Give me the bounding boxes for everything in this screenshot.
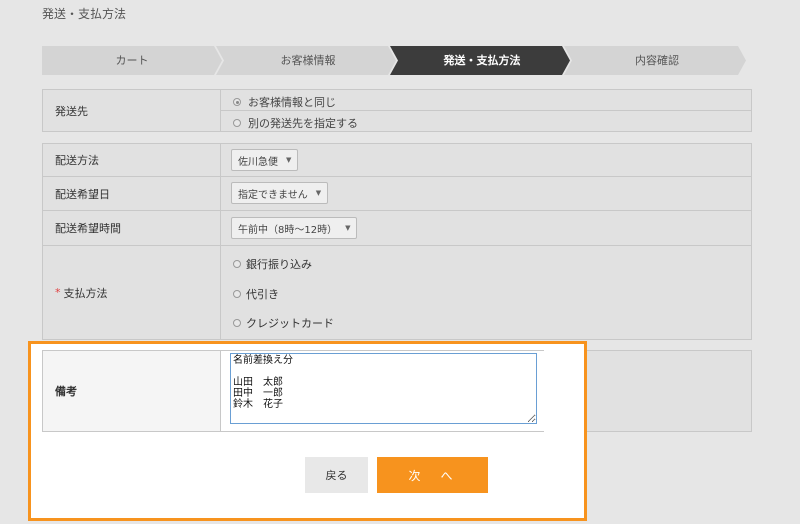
payment-cod-label: 代引き xyxy=(246,288,279,301)
required-mark: * xyxy=(55,286,61,299)
radio-same-as-customer[interactable]: お客様情報と同じ xyxy=(233,94,336,110)
delivery-payment-section: 配送方法 佐川急便 ▼ 配送希望日 指定できません ▼ 配送希望時間 午前中（8… xyxy=(42,143,752,340)
radio-unselected-icon xyxy=(233,260,241,268)
chevron-down-icon: ▼ xyxy=(315,189,322,197)
memo-textarea[interactable] xyxy=(230,353,537,424)
payment-card-label: クレジットカード xyxy=(246,317,334,330)
delivery-method-value: 佐川急便 xyxy=(238,156,278,168)
memo-label: 備考 xyxy=(43,351,221,431)
payment-method-label-text: 支払方法 xyxy=(63,286,108,300)
payment-credit-card[interactable]: クレジットカード xyxy=(233,315,334,331)
payment-method-label: * 支払方法 xyxy=(43,246,221,339)
back-button[interactable]: 戻る xyxy=(305,457,368,493)
next-button[interactable]: 次 へ xyxy=(377,457,488,493)
page-title: 発送・支払方法 xyxy=(42,7,127,21)
delivery-date-value: 指定できません xyxy=(238,189,308,201)
radio-same-label: お客様情報と同じ xyxy=(248,96,336,109)
delivery-method-select[interactable]: 佐川急便 ▼ xyxy=(231,149,299,171)
radio-other-label: 別の発送先を指定する xyxy=(248,117,358,130)
delivery-method-label: 配送方法 xyxy=(43,144,221,176)
payment-bank-label: 銀行振り込み xyxy=(246,258,312,271)
chevron-down-icon: ▼ xyxy=(345,224,351,232)
divider xyxy=(221,110,751,111)
delivery-time-value: 午前中（8時〜12時） xyxy=(238,224,338,236)
delivery-time-select[interactable]: 午前中（8時〜12時） ▼ xyxy=(231,217,358,239)
checkout-steps: カート お客様情報 発送・支払方法 内容確認 xyxy=(42,46,746,75)
radio-unselected-icon xyxy=(233,119,241,127)
chevron-down-icon: ▼ xyxy=(286,156,292,164)
radio-other-destination[interactable]: 別の発送先を指定する xyxy=(233,115,358,131)
step-cart: カート xyxy=(115,54,149,67)
radio-unselected-icon xyxy=(233,290,241,298)
step-shipping-payment: 発送・支払方法 xyxy=(443,54,521,67)
radio-unselected-icon xyxy=(233,319,241,327)
delivery-time-label: 配送希望時間 xyxy=(43,211,221,245)
shipping-destination-section: 発送先 お客様情報と同じ 別の発送先を指定する xyxy=(42,89,752,132)
delivery-date-label: 配送希望日 xyxy=(43,177,221,210)
shipping-destination-label: 発送先 xyxy=(43,90,221,131)
delivery-date-select[interactable]: 指定できません ▼ xyxy=(231,182,329,204)
payment-bank-transfer[interactable]: 銀行振り込み xyxy=(233,256,312,272)
payment-cod[interactable]: 代引き xyxy=(233,286,279,302)
step-customer-info: お客様情報 xyxy=(280,54,336,67)
step-confirm: 内容確認 xyxy=(635,54,679,67)
radio-selected-icon xyxy=(233,98,241,106)
